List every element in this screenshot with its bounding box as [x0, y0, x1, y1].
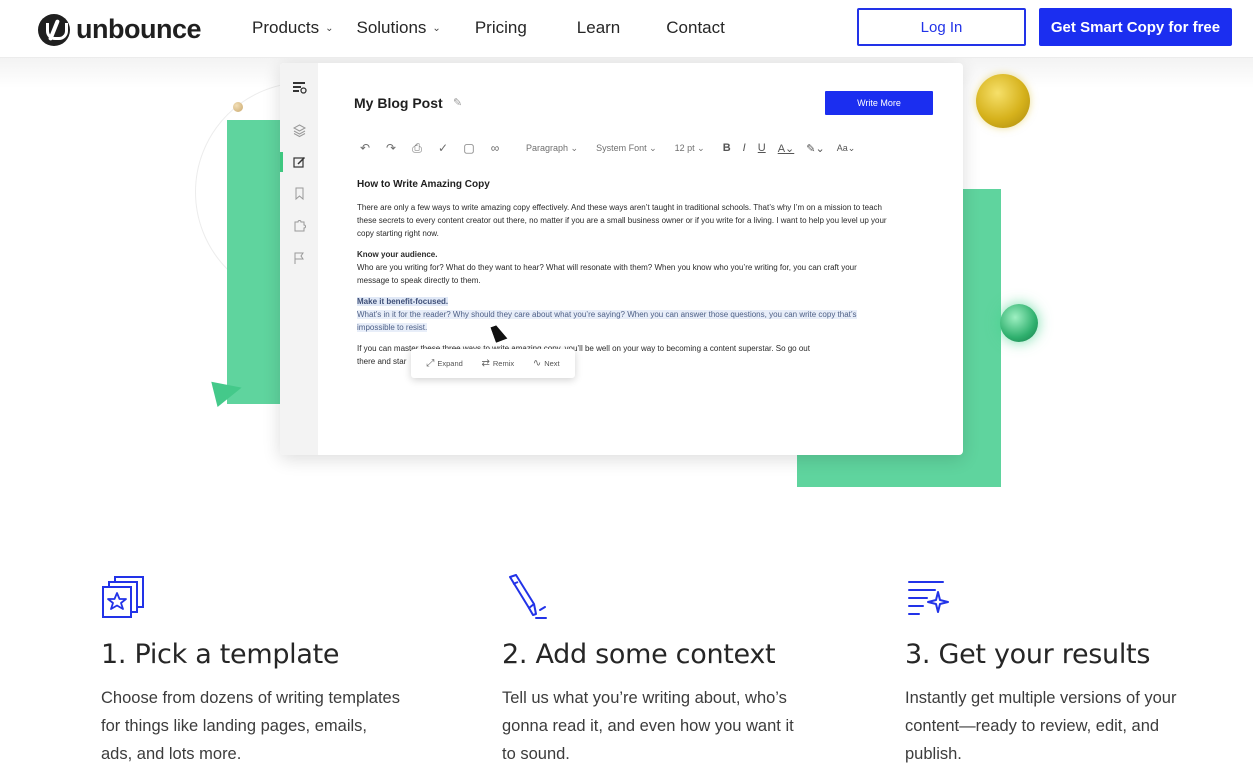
- doc-section-text: Who are you writing for? What do they wa…: [357, 263, 857, 285]
- step-title: 2. Add some context: [502, 639, 776, 670]
- font-size-value: 12 pt: [674, 142, 695, 153]
- doc-outro-line: there and star: [357, 357, 407, 366]
- font-select[interactable]: System Font ⌄: [596, 143, 657, 154]
- print-icon[interactable]: ⎙: [408, 141, 426, 156]
- hero-illustration: My Blog Post ✎ Write More ↶ ↷ ⎙ ✓ ▢ ∞ Pa…: [0, 58, 1253, 508]
- step-description: Instantly get multiple versions of your …: [905, 689, 1177, 763]
- nav-pricing-label: Pricing: [474, 18, 527, 37]
- chevron-down-icon: ⌄: [432, 22, 441, 34]
- editor-mockup: My Blog Post ✎ Write More ↶ ↷ ⎙ ✓ ▢ ∞ Pa…: [280, 63, 963, 455]
- bookmark-icon: [295, 187, 304, 201]
- highlight-pen-icon: ✎: [806, 142, 816, 155]
- editor-toolbar: ↶ ↷ ⎙ ✓ ▢ ∞ Paragraph ⌄ System Font ⌄ 12…: [356, 141, 867, 156]
- font-value: System Font: [596, 142, 647, 153]
- puzzle-icon: [294, 220, 306, 232]
- marker-pen-icon: [509, 574, 547, 619]
- step-title: 3. Get your results: [905, 639, 1151, 670]
- nav-products[interactable]: Products ⌄: [252, 18, 333, 38]
- flag-icon: [294, 252, 304, 264]
- next-label: Next: [544, 359, 560, 368]
- login-button[interactable]: Log In: [857, 8, 1026, 46]
- get-smart-copy-button[interactable]: Get Smart Copy for free: [1039, 8, 1232, 46]
- undo-icon[interactable]: ↶: [356, 141, 374, 155]
- redo-icon[interactable]: ↷: [382, 141, 400, 155]
- pulse-icon: ∿: [532, 358, 542, 369]
- doc-selected-text: What’s in it for the reader? Why should …: [357, 310, 857, 332]
- spellcheck-icon[interactable]: ✓: [434, 141, 452, 155]
- template-stack-icon: [102, 576, 144, 618]
- text-case-button[interactable]: Aa⌄: [837, 143, 856, 154]
- doc-section-title: Know your audience.: [357, 250, 438, 259]
- expand-button[interactable]: ⤢ Expand: [426, 358, 462, 369]
- top-nav: unbounce Products ⌄ Solutions ⌄ Pricing …: [0, 0, 1253, 58]
- next-button[interactable]: ∿ Next: [533, 358, 560, 369]
- link-icon[interactable]: ∞: [486, 141, 504, 155]
- step-get-results: 3. Get your results Instantly get multip…: [905, 574, 1225, 764]
- sparkle-lines-icon: [908, 581, 949, 615]
- text-color-label: A: [777, 142, 786, 155]
- step-pick-template: 1. Pick a template Choose from dozens of…: [101, 574, 421, 764]
- chevron-down-icon: ⌄: [325, 22, 334, 34]
- font-size-select[interactable]: 12 pt ⌄: [675, 143, 705, 154]
- editor-sidebar: [280, 63, 318, 455]
- highlight-button[interactable]: ✎⌄: [806, 142, 824, 155]
- block-style-select[interactable]: Paragraph ⌄: [526, 143, 578, 154]
- nav-contact[interactable]: Contact: [666, 18, 725, 38]
- block-style-value: Paragraph: [526, 142, 569, 153]
- decor-green-orb: [1000, 304, 1038, 342]
- nav-solutions-label: Solutions: [356, 18, 427, 37]
- sidebar-active-marker: [280, 152, 283, 172]
- nav-links: Products ⌄ Solutions ⌄ Pricing Learn Con…: [252, 0, 725, 56]
- doc-section-audience: Know your audience. Who are you writing …: [357, 248, 887, 287]
- remix-button[interactable]: ⇄ Remix: [481, 358, 514, 369]
- nav-products-label: Products: [252, 18, 320, 37]
- decor-green-rect-left: [227, 120, 281, 404]
- doc-body[interactable]: How to Write Amazing Copy There are only…: [357, 178, 887, 376]
- doc-heading: How to Write Amazing Copy: [357, 179, 490, 190]
- edit-icon: [293, 156, 306, 168]
- remix-label: Remix: [492, 359, 515, 368]
- doc-intro: There are only a few ways to write amazi…: [357, 203, 887, 238]
- write-more-button[interactable]: Write More: [825, 91, 933, 115]
- decor-tan-dot: [233, 102, 243, 112]
- step-description: Tell us what you’re writing about, who’s…: [502, 689, 794, 763]
- rename-icon[interactable]: ✎: [453, 96, 462, 109]
- nav-pricing[interactable]: Pricing: [475, 18, 527, 38]
- text-color-button[interactable]: A⌄: [778, 142, 795, 155]
- nav-learn-label: Learn: [576, 18, 621, 37]
- remix-icon: ⇄: [481, 358, 490, 369]
- doc-title[interactable]: My Blog Post: [354, 95, 443, 111]
- unbounce-logo-icon: [38, 13, 70, 46]
- doc-selected-title: Make it benefit-focused.: [357, 297, 449, 306]
- italic-button[interactable]: I: [743, 142, 746, 154]
- dashboard-icon: [293, 82, 307, 94]
- nav-contact-label: Contact: [666, 18, 725, 37]
- step-title: 1. Pick a template: [101, 639, 340, 670]
- nav-solutions[interactable]: Solutions ⌄: [356, 18, 440, 38]
- nav-learn[interactable]: Learn: [577, 18, 620, 38]
- layers-icon: [292, 124, 307, 138]
- expand-icon: ⤢: [426, 358, 435, 369]
- doc-section-benefit: Make it benefit-focused. What’s in it fo…: [357, 295, 887, 334]
- decor-gold-ball: [976, 74, 1030, 128]
- unbounce-logo[interactable]: unbounce: [38, 13, 202, 46]
- bold-button[interactable]: B: [723, 142, 731, 154]
- logo-text: unbounce: [76, 14, 202, 44]
- underline-button[interactable]: U: [758, 142, 766, 154]
- step-description: Choose from dozens of writing templates …: [101, 689, 400, 763]
- ai-action-popup: ⤢ Expand ⇄ Remix ∿ Next: [411, 349, 575, 378]
- paint-format-icon[interactable]: ▢: [460, 141, 478, 155]
- text-case-label: Aa: [836, 142, 848, 153]
- step-add-context: 2. Add some context Tell us what you’re …: [502, 574, 822, 764]
- expand-label: Expand: [437, 359, 463, 368]
